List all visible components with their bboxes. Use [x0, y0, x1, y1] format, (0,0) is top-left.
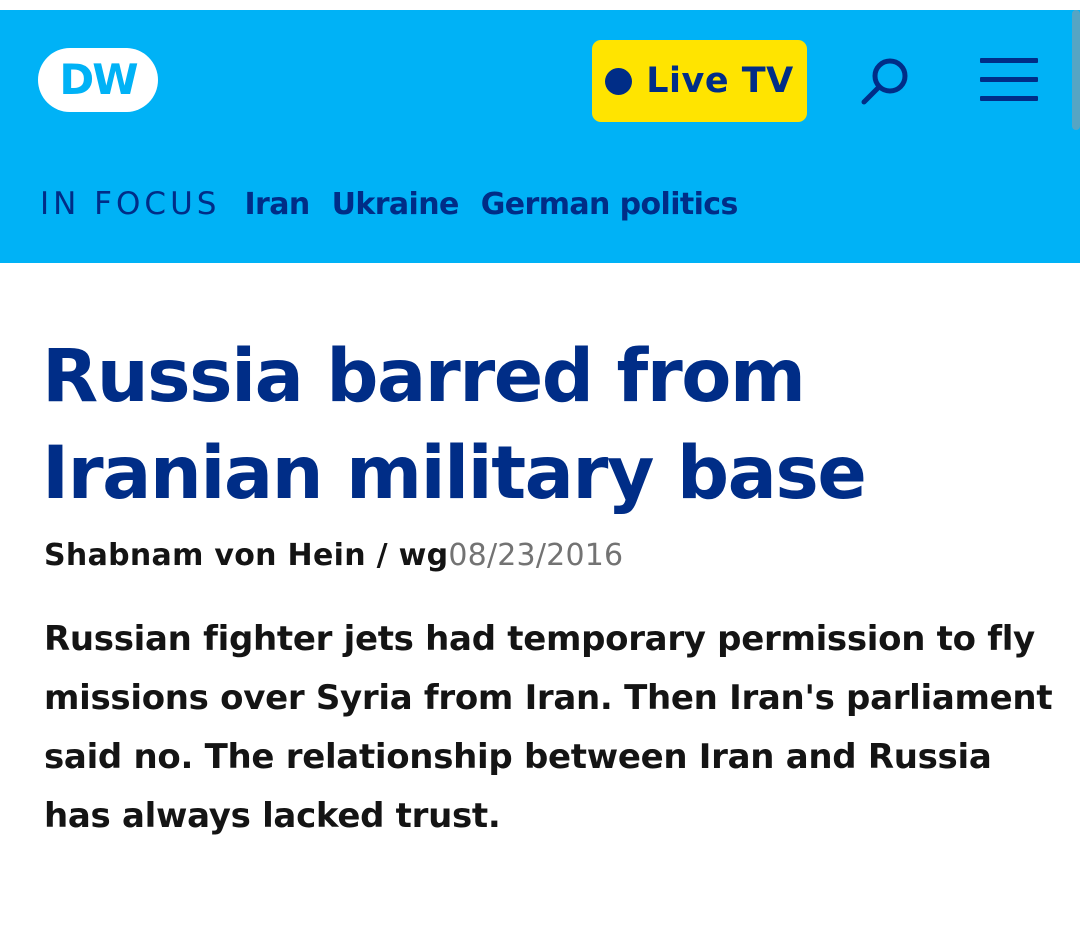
in-focus-label: IN FOCUS: [40, 186, 221, 222]
dw-logo[interactable]: DW: [36, 46, 160, 114]
article-author[interactable]: Shabnam von Hein / wg: [44, 538, 448, 573]
hamburger-menu-icon-bar: [980, 77, 1038, 82]
svg-text:DW: DW: [59, 55, 138, 104]
search-button[interactable]: [856, 54, 916, 110]
page: DW Live TV IN FOCUS Iran Ukraine German …: [0, 0, 1080, 931]
live-tv-label: Live TV: [646, 61, 794, 101]
article-teaser: Russian fighter jets had temporary permi…: [44, 619, 1053, 836]
live-indicator-dot-icon: [605, 67, 633, 95]
in-focus-link-iran[interactable]: Iran: [244, 187, 310, 222]
scrollbar[interactable]: [1072, 10, 1080, 130]
in-focus-link-german-politics[interactable]: German politics: [481, 187, 739, 222]
live-tv-button[interactable]: Live TV: [592, 40, 807, 122]
in-focus-nav: IN FOCUS Iran Ukraine German politics: [40, 186, 760, 226]
top-strip: [0, 0, 1080, 10]
article-byline: Shabnam von Hein / wg08/23/2016: [44, 536, 623, 576]
menu-button[interactable]: [980, 56, 1040, 104]
in-focus-link-ukraine[interactable]: Ukraine: [332, 187, 460, 222]
article-date: 08/23/2016: [448, 538, 624, 573]
hamburger-menu-icon: [980, 58, 1038, 63]
hamburger-menu-icon-bar: [980, 96, 1038, 101]
dw-logo-mark: DW: [38, 48, 158, 112]
search-icon: [861, 58, 908, 105]
article-headline: Russia barred from Iranian military base: [42, 334, 867, 516]
